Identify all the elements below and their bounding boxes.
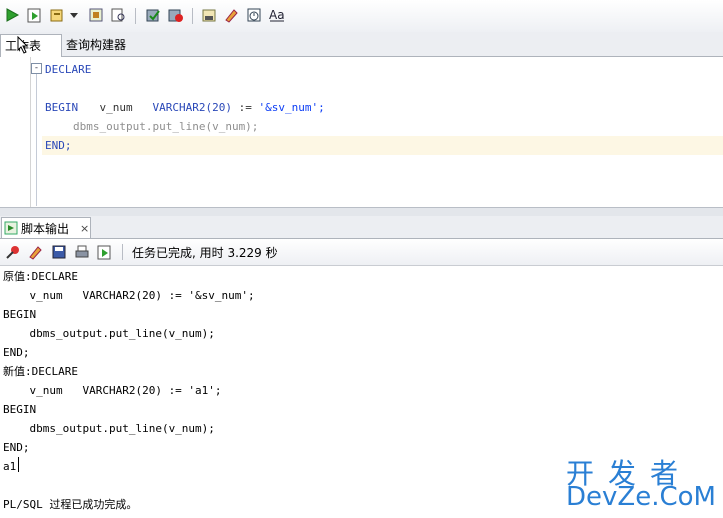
tab-worksheet[interactable]: 工作表	[0, 34, 62, 57]
mouse-cursor-icon	[17, 36, 29, 54]
dropdown-icon[interactable]	[69, 6, 79, 24]
pin-icon[interactable]	[4, 243, 22, 261]
tab-query-builder[interactable]: 查询构建器	[62, 34, 142, 56]
watermark-bottom: DevZe.CoM	[566, 482, 716, 512]
rollback-icon[interactable]	[166, 6, 184, 24]
line-gutter	[0, 57, 31, 207]
toolbar-separator	[135, 8, 136, 24]
output-line: END;	[3, 441, 30, 454]
timer-icon[interactable]	[245, 6, 263, 24]
code-line-begin: BEGIN	[45, 101, 79, 114]
run-script-icon[interactable]	[25, 6, 43, 24]
explain-plan-icon[interactable]	[48, 6, 66, 24]
output-line: v_num VARCHAR2(20) := 'a1';	[3, 384, 222, 397]
toolbar-separator	[122, 244, 123, 260]
code-assign: :=	[238, 101, 252, 114]
print-icon[interactable]	[73, 243, 91, 261]
output-line: dbms_output.put_line(v_num);	[3, 327, 215, 340]
code-string: '&sv_num';	[258, 101, 325, 114]
code-line-end: END;	[45, 139, 72, 152]
output-line: 原值:DECLARE	[3, 270, 78, 283]
main-toolbar: Aa	[0, 0, 723, 33]
code-line-variable: v_num VARCHAR2(20) := '&sv_num';	[73, 79, 325, 114]
autotrace-icon[interactable]	[87, 6, 105, 24]
output-tab-bar: 脚本输出 ×	[0, 216, 723, 239]
script-output-icon	[4, 221, 18, 235]
run-script-output-icon[interactable]	[95, 243, 113, 261]
output-line: v_num VARCHAR2(20) := '&sv_num';	[3, 289, 255, 302]
svg-text:Aa: Aa	[269, 8, 285, 22]
output-line: 新值:DECLARE	[3, 365, 78, 378]
output-line: PL/SQL 过程已成功完成。	[3, 498, 138, 511]
code-var: v_num	[99, 101, 133, 114]
text-caret	[18, 457, 19, 472]
current-line-highlight	[42, 136, 723, 155]
commit-icon[interactable]	[144, 6, 162, 24]
output-line: END;	[3, 346, 30, 359]
clear-icon[interactable]	[222, 6, 240, 24]
format-case-icon[interactable]: Aa	[268, 6, 286, 24]
fold-toggle[interactable]: -	[31, 63, 42, 74]
eraser-icon[interactable]	[26, 243, 44, 261]
watermark: 开发者 DevZe.CoM	[566, 452, 716, 512]
output-line: dbms_output.put_line(v_num);	[3, 422, 215, 435]
sql-tuning-icon[interactable]	[109, 6, 127, 24]
status-text: 任务已完成, 用时 3.229 秒	[132, 246, 278, 260]
output-toolbar: 任务已完成, 用时 3.229 秒	[0, 239, 723, 266]
close-icon[interactable]: ×	[80, 222, 89, 235]
output-line: a1	[3, 460, 17, 473]
fold-line	[36, 74, 37, 206]
tab-script-output-label: 脚本输出	[21, 221, 70, 236]
code-type: VARCHAR2(20)	[152, 101, 232, 114]
code-line-declare: DECLARE	[45, 63, 92, 76]
tab-script-output[interactable]: 脚本输出 ×	[1, 217, 91, 238]
sql-editor[interactable]: - DECLARE v_num VARCHAR2(20) := '&sv_num…	[0, 57, 723, 207]
editor-tab-bar: 工作表 查询构建器	[0, 32, 723, 57]
save-icon[interactable]	[50, 243, 68, 261]
toolbar-separator	[192, 8, 193, 24]
output-line: BEGIN	[3, 308, 37, 321]
output-line: BEGIN	[3, 403, 37, 416]
sql-history-icon[interactable]	[200, 6, 218, 24]
run-icon[interactable]	[3, 6, 21, 24]
code-line-call: dbms_output.put_line(v_num);	[73, 120, 259, 133]
